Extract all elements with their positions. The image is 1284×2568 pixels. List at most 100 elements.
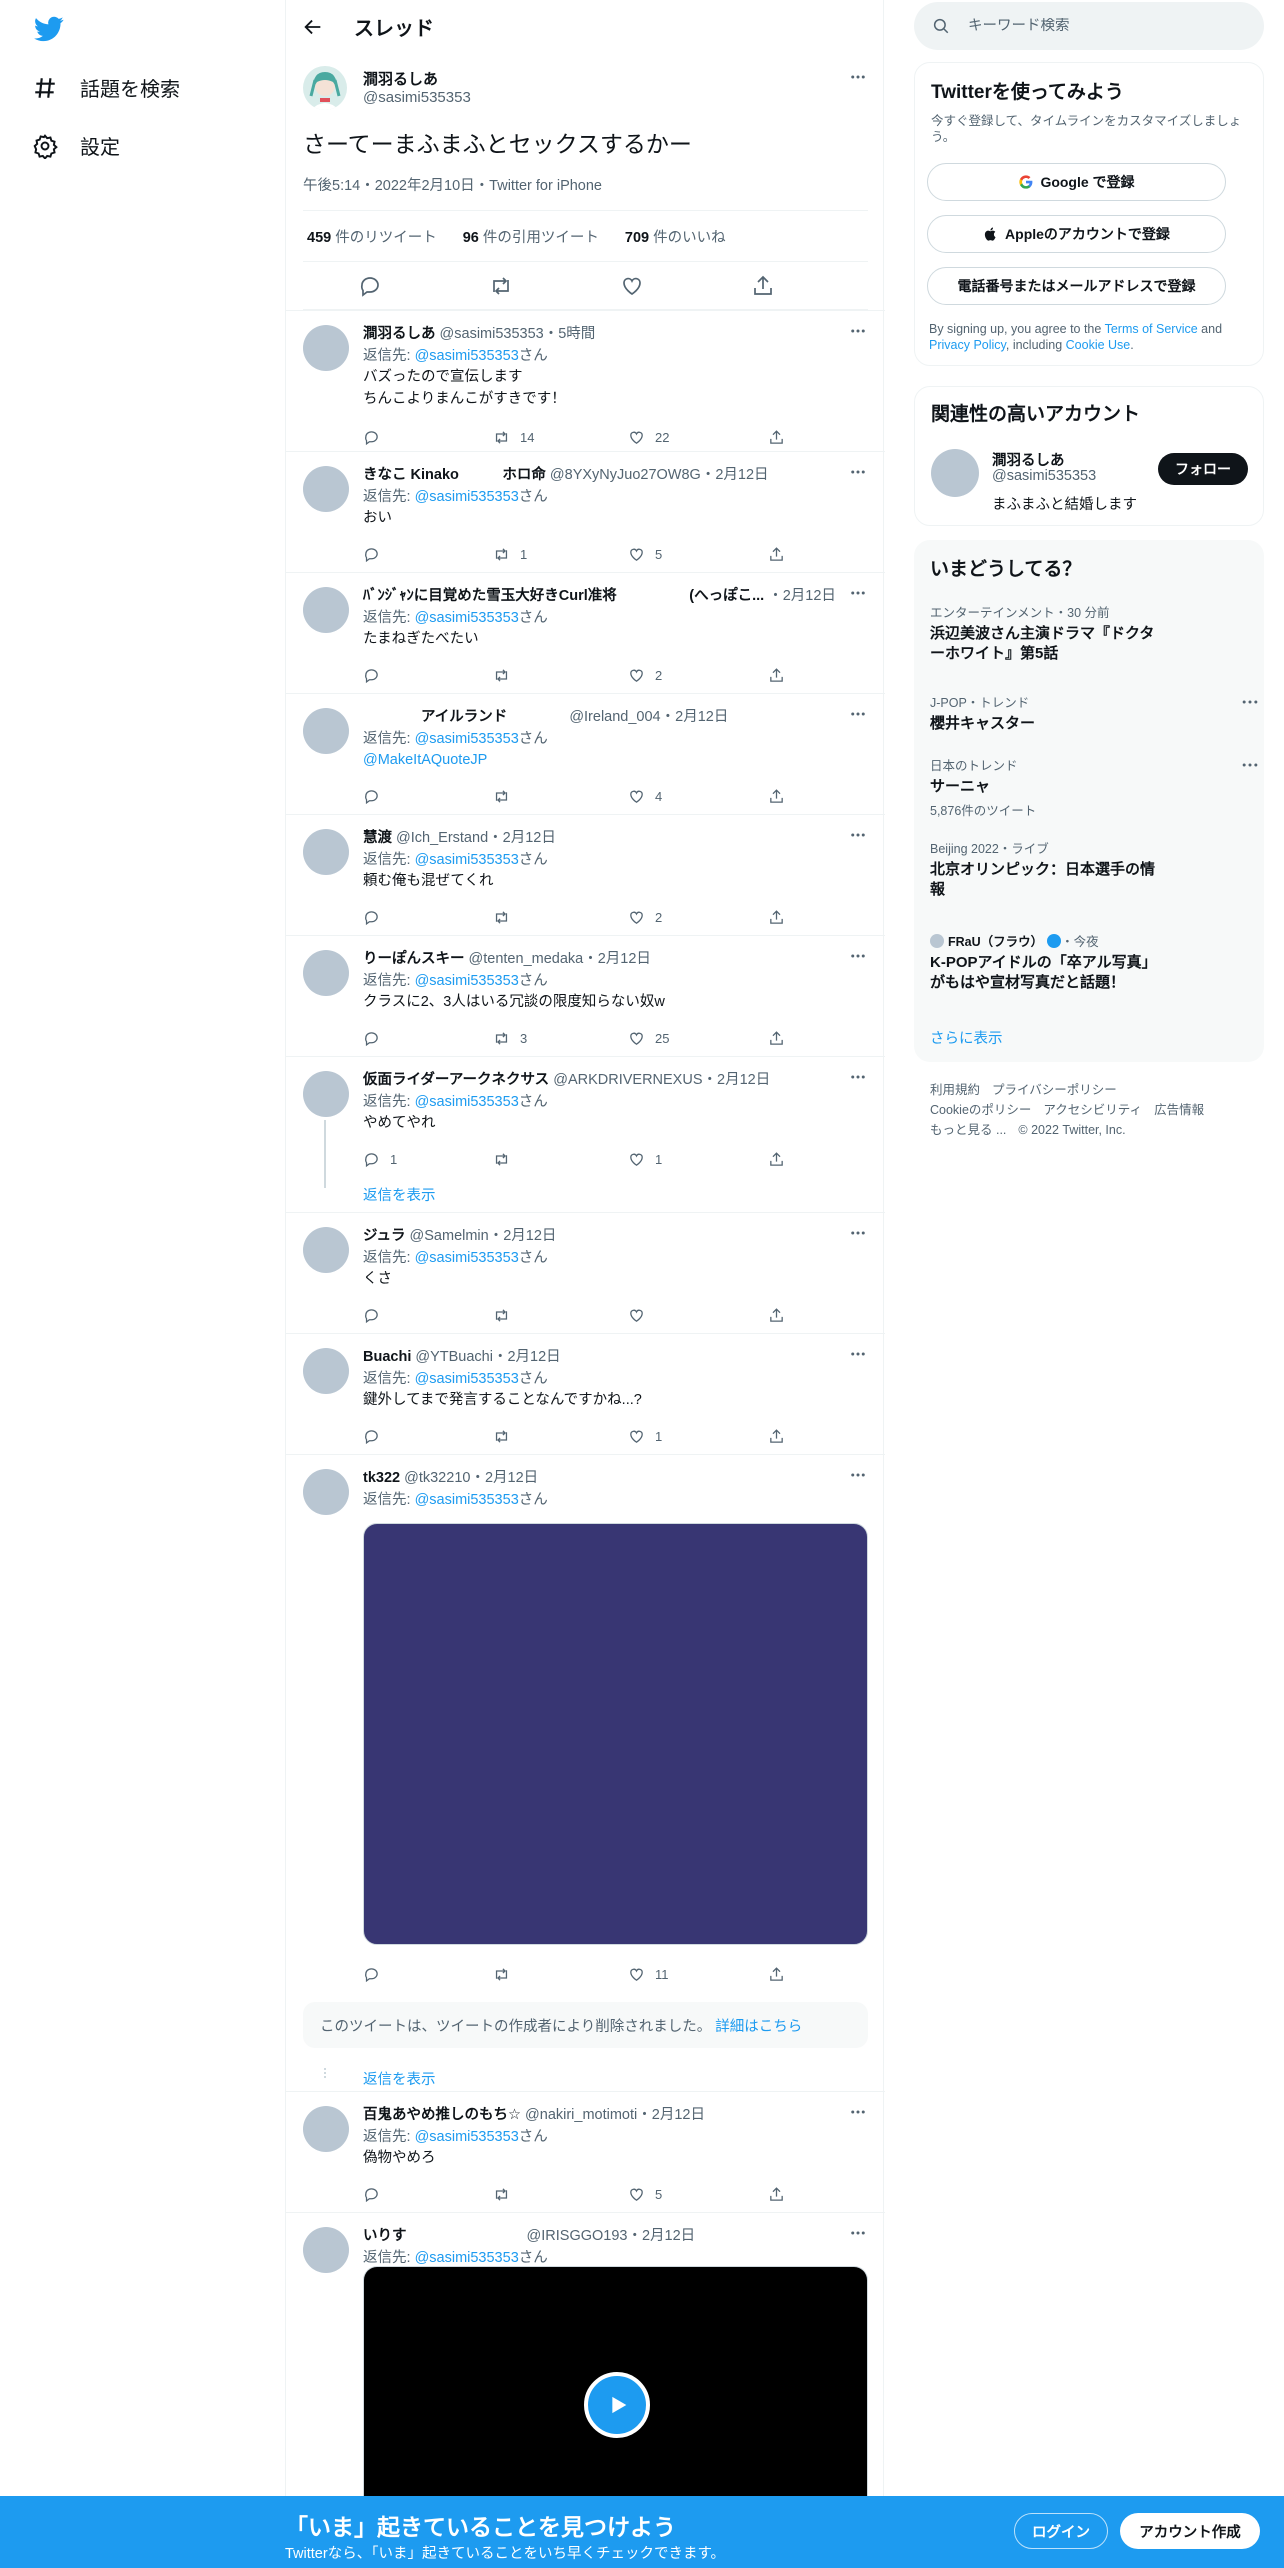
share-button[interactable] [768,909,795,926]
more-options-icon[interactable] [847,2101,869,2123]
video-player[interactable] [363,2266,868,2497]
retweet-button[interactable] [493,1428,520,1445]
mention-link[interactable]: @sasimi535353 [415,1250,519,1266]
reply-tweet[interactable]: りーぽんスキー @tenten_medaka・2月12日 返信先: @sasimi… [286,935,885,1056]
like-button[interactable]: 5 [628,2186,662,2203]
nav-settings[interactable]: 設定 [32,131,120,160]
reply-tweet[interactable]: 百鬼あやめ推しのもち☆ @nakiri_motimoti・2月12日 返信先: @… [286,2091,885,2212]
twitter-logo-icon[interactable] [32,14,66,44]
reply-button[interactable] [363,667,390,684]
reply-icon[interactable] [358,274,382,298]
more-options-icon[interactable] [847,1066,869,1088]
timestamp[interactable]: ・5時間 [544,326,596,342]
reply-button[interactable] [363,909,390,926]
author-handle[interactable]: @8YXyNyJuo27OW8G [550,467,701,483]
author-name[interactable]: 澗羽るしあ [363,326,436,342]
more-options-icon[interactable] [847,320,869,342]
footer-link[interactable]: もっと見る ... [930,1123,1006,1137]
retweet-button[interactable] [493,1966,520,1983]
retweets-stat[interactable]: 459 件のリツイート [307,226,437,247]
reply-button[interactable] [363,2186,390,2203]
like-button[interactable]: 25 [628,1030,669,1047]
reply-button[interactable] [363,1966,390,1983]
google-signup-button[interactable]: Google で登録 [927,163,1226,201]
apple-signup-button[interactable]: Appleのアカウントで登録 [927,215,1226,253]
author-name[interactable]: 澗羽るしあ [363,68,438,89]
more-options-icon[interactable] [847,1222,869,1244]
timestamp[interactable]: ・2月12日 [637,2107,705,2123]
footer-link[interactable]: Cookieのポリシー [930,1103,1031,1117]
video-thumbnail[interactable] [363,1523,868,1945]
avatar[interactable] [303,66,347,110]
mention-link[interactable]: @sasimi535353 [415,852,519,868]
avatar[interactable] [303,466,349,512]
like-button[interactable]: 2 [628,667,662,684]
reply-tweet[interactable]: いりす @IRISGGO193・2月12日 返信先: @sasimi535353さ… [286,2212,885,2497]
like-icon[interactable] [620,274,644,298]
avatar[interactable] [303,950,349,996]
timestamp[interactable]: ・2月12日 [768,588,836,604]
trend-item[interactable]: FRaU（フラウ） ・今夜 K-POPアイドルの「卒アル写真」がもはや宣材写真だと… [930,931,1250,993]
mention-link[interactable]: @sasimi535353 [415,731,519,747]
avatar[interactable] [303,1227,349,1273]
like-button[interactable]: 22 [628,429,669,446]
avatar[interactable] [303,829,349,875]
like-button[interactable]: 11 [628,1966,669,1983]
author-name[interactable]: ジュラ [363,1228,406,1244]
reply-tweet[interactable]: Buachi @YTBuachi・2月12日 返信先: @sasimi535353… [286,1333,885,1454]
retweet-button[interactable] [493,788,520,805]
reply-tweet[interactable]: アイルランド @Ireland_004・2月12日 返信先: @sasimi535… [286,693,885,814]
timestamp[interactable]: ・2月12日 [489,1228,557,1244]
author-handle[interactable]: @ARKDRIVERNEXUS [553,1072,702,1088]
show-replies-link[interactable]: 返信を表示 [363,1184,436,1205]
mention-link[interactable]: @sasimi535353 [415,973,519,989]
mention-link[interactable]: @sasimi535353 [415,2129,519,2145]
reply-tweet[interactable]: 慧渡 @Ich_Erstand・2月12日 返信先: @sasimi535353さ… [286,814,885,935]
show-more-link[interactable]: さらに表示 [930,1027,1003,1048]
author-handle[interactable]: @sasimi535353 [363,89,471,106]
author-handle[interactable]: @nakiri_motimoti [525,2107,637,2123]
mention-link[interactable]: @sasimi535353 [415,1492,519,1508]
mention-link[interactable]: @sasimi535353 [415,348,519,364]
author-name[interactable]: Buachi [363,1349,411,1365]
avatar[interactable] [303,325,349,371]
learn-more-link[interactable]: 詳細はこちら [715,2015,802,2036]
retweet-button[interactable] [493,667,520,684]
mention-link[interactable]: @sasimi535353 [415,1371,519,1387]
nav-explore[interactable]: 話題を検索 [32,73,180,102]
trend-item[interactable]: J-POP・トレンド 櫻井キャスター [930,692,1258,734]
like-button[interactable]: 2 [628,909,662,926]
related-name[interactable]: 澗羽るしあ [992,449,1065,470]
retweet-button[interactable]: 1 [493,546,527,563]
like-button[interactable]: 5 [628,546,662,563]
reply-tweet[interactable]: きなこ Kinako ホロ命 @8YXyNyJuo27OW8G・2月12日 返信先… [286,451,885,572]
mention-link[interactable]: @sasimi535353 [415,1094,519,1110]
footer-link[interactable]: プライバシーポリシー [992,1083,1117,1097]
author-handle[interactable]: @tk32210 [404,1470,470,1486]
share-icon[interactable] [751,274,775,298]
play-button-icon[interactable] [584,2372,650,2438]
timestamp[interactable]: ・2月12日 [701,467,769,483]
reply-button[interactable] [363,788,390,805]
like-button[interactable]: 1 [628,1428,662,1445]
share-button[interactable] [768,1966,795,1983]
avatar[interactable] [303,587,349,633]
share-button[interactable] [768,1307,795,1324]
share-button[interactable] [768,1428,795,1445]
reply-button[interactable] [363,1428,390,1445]
terms-link[interactable]: Terms of Service [1105,322,1198,336]
more-options-icon[interactable] [847,1343,869,1365]
like-button[interactable]: 4 [628,788,662,805]
tweet-meta[interactable]: 午後5:14・2022年2月10日・Twitter for iPhone [303,174,602,195]
retweet-button[interactable] [493,909,520,926]
mention-link[interactable]: @sasimi535353 [415,489,519,505]
trend-item[interactable]: 日本のトレンド サーニャ 5,876件のツイート [930,755,1258,819]
author-name[interactable]: いりす [363,2228,407,2244]
avatar[interactable] [303,708,349,754]
reply-button[interactable] [363,1307,390,1324]
reply-tweet[interactable]: 澗羽るしあ @sasimi535353・5時間 返信先: @sasimi53535… [286,310,885,451]
author-name[interactable]: 仮面ライダーアークネクサス [363,1072,549,1088]
author-name[interactable]: りーぽんスキー [363,951,465,967]
share-button[interactable] [768,1030,795,1047]
related-handle[interactable]: @sasimi535353 [992,468,1096,484]
